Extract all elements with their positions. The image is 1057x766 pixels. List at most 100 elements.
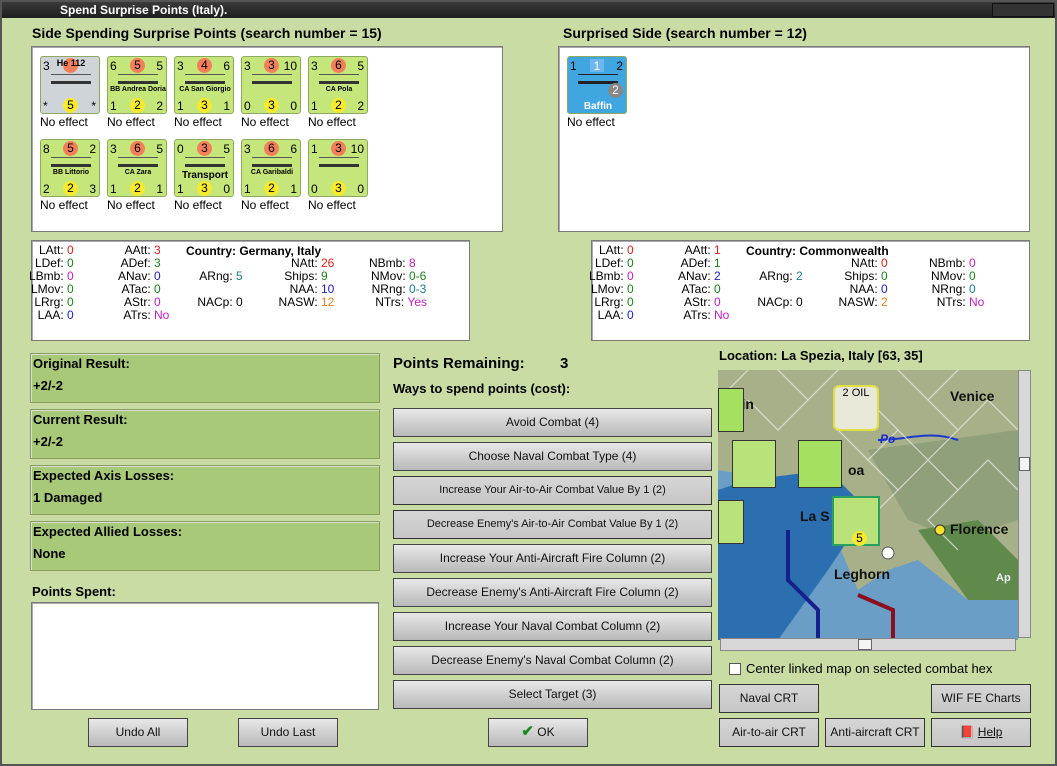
stat-value: No [154,308,170,322]
allied-losses-title: Expected Allied Losses: [33,524,183,539]
spend-option-button[interactable]: Decrease Enemy's Air-to-Air Combat Value… [393,510,712,539]
spend-option-button[interactable]: Select Target (3) [393,680,712,709]
naval-crt-button[interactable]: Naval CRT [719,684,819,713]
ok-button[interactable]: ✔ OK [488,718,588,747]
book-icon: 📕 [959,725,975,739]
oil-resource-marker: 2 OIL [833,385,879,431]
counter-bottom-left: 2 [43,182,50,196]
stat-label: NAA: [289,282,318,296]
undo-all-button[interactable]: Undo All [88,718,188,747]
unit-counter[interactable]: 0 3 5 Transport 1 3 0 No effect [174,139,234,217]
vertical-scroll-thumb[interactable] [1019,457,1030,471]
counter-bottom-mid: 2 [264,181,279,196]
counter-top-right: 10 [350,142,364,156]
unit-counter[interactable]: 3 6 6 CA Garibaldi 1 2 1 No effect [241,139,301,217]
counter-top-left: 3 [244,59,251,73]
ship-icon [252,157,292,167]
map-vertical-scrollbar[interactable] [1018,370,1031,638]
counter-bottom-left: 0 [311,182,318,196]
horizontal-scroll-thumb[interactable] [858,639,872,650]
allied-losses-box: Expected Allied Losses: None [30,521,380,571]
aircraft-icon [51,74,91,84]
map-unit-he112[interactable]: 5 [832,496,880,546]
counter-bottom-right: 2 [156,99,163,113]
unit-counter[interactable]: 3 4 6 CA San Giorgio 1 3 1 No effect [174,56,234,134]
unit-counter[interactable]: 3 3 10 0 3 0 No effect [241,56,301,134]
unit-counter[interactable]: 1 3 10 0 3 0 No effect [308,139,368,217]
spend-option-button[interactable]: Increase Your Naval Combat Column (2) [393,612,712,641]
map-unit-mountain[interactable] [798,440,842,488]
counter-top-left: 0 [177,142,184,156]
spend-option-button[interactable]: Decrease Enemy's Naval Combat Column (2) [393,646,712,675]
unit-counter[interactable]: 3 6 5 CA Pola 1 2 2 No effect [308,56,368,134]
counter-name: CA Garibaldi [250,169,294,176]
spend-option-button[interactable]: Increase Your Air-to-Air Combat Value By… [393,476,712,505]
counter-bottom-mid: 2 [130,181,145,196]
counter-bottom-right: 1 [223,99,230,113]
map-unit-corps[interactable] [732,440,776,488]
counter-bottom-right: 3 [89,182,96,196]
spend-option-button[interactable]: Increase Your Anti-Aircraft Fire Column … [393,544,712,573]
help-button[interactable]: 📕 Help [931,718,1031,747]
wif-charts-button[interactable]: WIF FE Charts [931,684,1031,713]
map-label-genoa: oa [848,462,865,478]
undo-last-button[interactable]: Undo Last [238,718,338,747]
unit-counter[interactable]: 3 He 112 * 5 * No effect [40,56,100,134]
unit-counter[interactable]: 8 5 2 BB Littorio 2 2 3 No effect [40,139,100,217]
window-title: Spend Surprise Points (Italy). [60,3,228,17]
stat-label: LDef: [594,256,624,270]
left-stats-panel: Country: Germany, Italy LAtt: 0 LDef: 0 LB… [29,240,470,341]
current-result-box: Current Result: +2/-2 [30,409,380,459]
unit-counter[interactable]: 6 5 5 BB Andrea Doria 1 2 2 No effect [107,56,167,134]
spend-option-button[interactable]: Decrease Enemy's Anti-Aircraft Fire Colu… [393,578,712,607]
center-map-checkbox[interactable] [729,663,741,675]
counter-top-left: 6 [110,59,117,73]
air-to-air-crt-button[interactable]: Air-to-air CRT [719,718,819,747]
stat-label: NMov: [930,269,966,283]
ship-icon [118,157,158,167]
counter-face: 1 3 10 0 3 0 [308,139,368,197]
stat-label: ADef: [120,256,151,270]
counter-bottom-right: 0 [357,182,364,196]
stat-value: 2 [796,269,803,283]
spend-option-button[interactable]: Choose Naval Combat Type (4) [393,442,712,471]
counter-top-mid: 3 [197,141,212,156]
points-remaining-label: Points Remaining: [393,355,525,372]
points-spent-list[interactable] [31,602,379,710]
counter-top-mid: 3 [264,58,279,73]
stat-label: NASW: [278,295,318,309]
dialog-window: Spend Surprise Points (Italy). Side Spen… [0,0,1057,766]
stat-label: LDef: [34,256,64,270]
stat-label: NAA: [849,282,878,296]
counter-face: 8 5 2 BB Littorio 2 2 3 [40,139,100,197]
map-unit-turin[interactable] [718,388,744,432]
stat-label: AAtt: [684,243,711,257]
stat-label: LAA: [37,308,64,322]
ship-icon [252,74,292,84]
counter-top-right: 5 [156,59,163,73]
anti-aircraft-crt-button[interactable]: Anti-aircraft CRT [825,718,925,747]
stat-label: NBmb: [928,256,966,270]
counter-top-mid: 5 [63,141,78,156]
stat-label: ATrs: [683,308,711,322]
stat-entry: LAA: 0 [565,309,645,322]
spend-option-button[interactable]: Avoid Combat (4) [393,408,712,437]
stat-label: AAtt: [124,243,151,257]
unit-counter[interactable]: 3 6 5 CA Zara 1 2 1 No effect [107,139,167,217]
counter-bottom-mid: 2 [331,98,346,113]
stat-entry: NTrs: Yes [347,296,427,309]
map-unit-west[interactable] [718,500,744,544]
map-horizontal-scrollbar[interactable] [720,638,1016,651]
counter-bottom-left: 1 [177,182,184,196]
stat-label: NBmb: [368,256,406,270]
counter-name: CA San Giorgio [179,86,231,93]
title-bar-button[interactable] [992,3,1054,17]
counter-bottom-left: * [43,99,48,113]
original-result-value: +2/-2 [33,378,63,393]
unit-counter[interactable]: 1 1 2 2 Baffin No effect [567,56,627,134]
linked-map[interactable]: Venice 2 OIL Po Florence La S Leghorn ri… [718,370,1018,640]
points-spent-title: Points Spent: [32,584,116,599]
map-label-apennines: Ap [996,572,1011,584]
map-label-oil: 2 OIL [842,387,870,399]
counter-top-right: 6 [223,59,230,73]
